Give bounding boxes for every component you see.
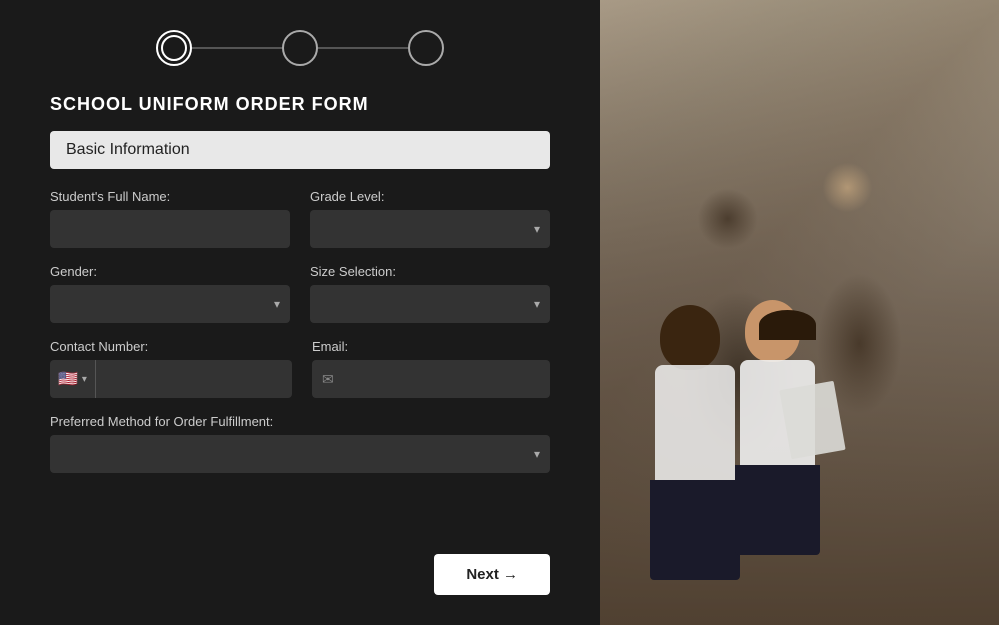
right-panel — [600, 0, 999, 625]
background-image — [600, 0, 999, 625]
gender-group: Gender: Male Female Other ▾ — [50, 264, 290, 323]
step-2 — [282, 30, 318, 66]
student-name-label: Student's Full Name: — [50, 189, 290, 204]
phone-number-input[interactable] — [96, 360, 292, 398]
us-flag-icon: 🇺🇸 — [58, 369, 78, 389]
contact-number-label: Contact Number: — [50, 339, 292, 354]
student-name-input[interactable] — [50, 210, 290, 248]
phone-input-wrapper: 🇺🇸 ▾ — [50, 360, 292, 398]
form-title: School Uniform Order Form — [50, 94, 550, 115]
student-figure-right — [730, 285, 840, 545]
student-book — [779, 381, 845, 459]
fulfillment-label: Preferred Method for Order Fulfillment: — [50, 414, 550, 429]
email-input[interactable] — [344, 360, 550, 398]
row-contact-email: Contact Number: 🇺🇸 ▾ Email: ✉ — [50, 339, 550, 398]
left-panel: School Uniform Order Form Basic Informat… — [0, 0, 600, 625]
email-input-wrapper: ✉ — [312, 360, 550, 398]
gender-select-wrapper: Male Female Other ▾ — [50, 285, 290, 323]
fulfillment-select-wrapper: Pickup Delivery Mail ▾ — [50, 435, 550, 473]
phone-chevron-down-icon: ▾ — [82, 374, 87, 385]
size-select[interactable]: XS S M L XL XXL — [310, 285, 550, 323]
size-select-wrapper: XS S M L XL XXL ▾ — [310, 285, 550, 323]
step-1 — [156, 30, 192, 66]
student-pants-left — [650, 480, 740, 580]
grade-level-label: Grade Level: — [310, 189, 550, 204]
section-heading: Basic Information — [50, 131, 550, 169]
stepper — [50, 30, 550, 66]
next-button[interactable]: Next → — [434, 554, 550, 595]
row-gender-size: Gender: Male Female Other ▾ Size Selecti… — [50, 264, 550, 323]
step-line-2 — [318, 47, 408, 49]
student-head-left — [660, 305, 720, 370]
grade-select-wrapper: Grade 1 Grade 2 Grade 3 Grade 4 Grade 5 … — [310, 210, 550, 248]
student-name-group: Student's Full Name: — [50, 189, 290, 248]
gender-select[interactable]: Male Female Other — [50, 285, 290, 323]
step-line-1 — [192, 47, 282, 49]
email-group: Email: ✉ — [312, 339, 550, 398]
fulfillment-select[interactable]: Pickup Delivery Mail — [50, 435, 550, 473]
grade-level-group: Grade Level: Grade 1 Grade 2 Grade 3 Gra… — [310, 189, 550, 248]
size-label: Size Selection: — [310, 264, 550, 279]
step-3 — [408, 30, 444, 66]
email-label: Email: — [312, 339, 550, 354]
email-envelope-icon: ✉ — [312, 371, 344, 388]
student-skirt-right — [735, 465, 820, 555]
grade-select[interactable]: Grade 1 Grade 2 Grade 3 Grade 4 Grade 5 … — [310, 210, 550, 248]
student-head-right — [745, 300, 800, 362]
button-row: Next → — [50, 554, 550, 595]
phone-flag-dropdown[interactable]: 🇺🇸 ▾ — [50, 360, 96, 398]
size-group: Size Selection: XS S M L XL XXL ▾ — [310, 264, 550, 323]
gender-label: Gender: — [50, 264, 290, 279]
contact-number-group: Contact Number: 🇺🇸 ▾ — [50, 339, 292, 398]
fulfillment-group: Preferred Method for Order Fulfillment: … — [50, 414, 550, 473]
student-shirt-left — [655, 365, 735, 485]
row-name-grade: Student's Full Name: Grade Level: Grade … — [50, 189, 550, 248]
student-hair-right — [759, 310, 816, 340]
